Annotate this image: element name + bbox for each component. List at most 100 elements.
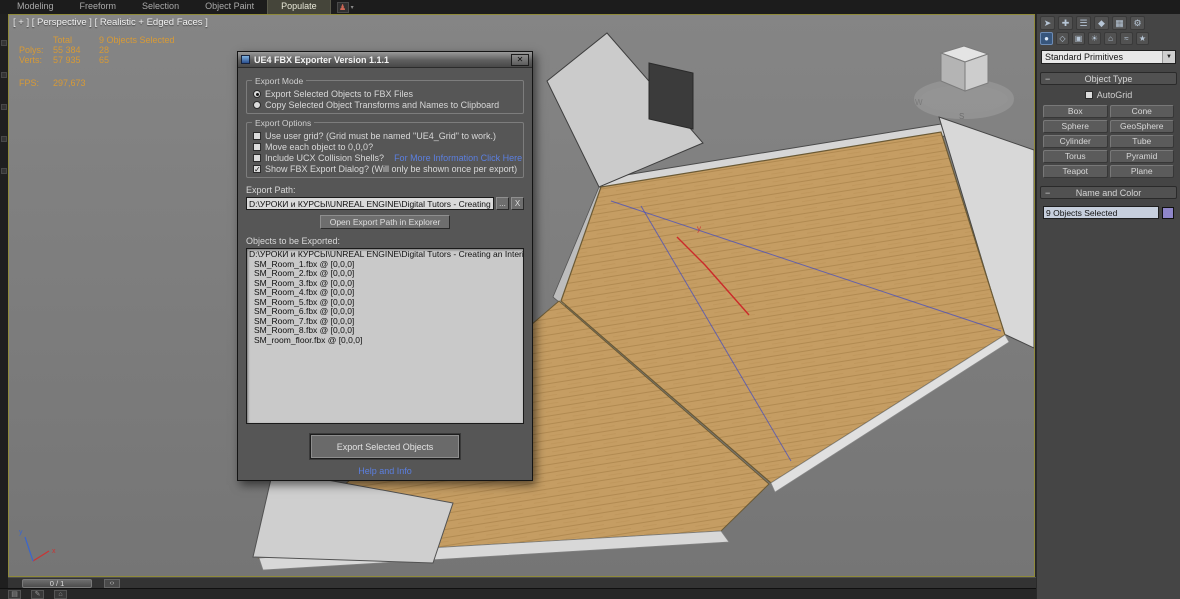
shapes-category-icon[interactable]: ◇ [1056,32,1069,45]
checkbox-move-origin[interactable] [253,143,261,151]
export-selected-objects-button[interactable]: Export Selected Objects [310,434,460,459]
export-mode-group: Export Mode Export Selected Objects to F… [246,80,524,114]
timeline-bar[interactable]: 0 / 1 ‹› [8,577,1036,588]
export-path-label: Export Path: [246,185,524,195]
objects-listbox[interactable]: D:\УРОКИ и КУРСЫ\UNREAL ENGINE\Digital T… [246,248,524,424]
left-strip-icon[interactable] [1,40,7,46]
stats-total-label: Total [53,35,99,45]
checkbox-show-fbx-dialog[interactable]: ✓ [253,165,261,173]
create-category-row: ● ◇ ▣ ☀ ⌂ ≈ ★ [1037,30,1180,45]
checkbox-row-user-grid[interactable]: Use user grid? (Grid must be named "UE4_… [253,130,517,141]
home-grid-icon[interactable]: ⌂ [54,590,67,599]
checkbox-row-ucx[interactable]: Include UCX Collision Shells? For More I… [253,152,517,163]
dialog-titlebar[interactable]: UE4 FBX Exporter Version 1.1.1 ✕ [238,52,532,68]
list-item[interactable]: SM_room_floor.fbx @ [0,0,0] [249,336,521,346]
sphere-button[interactable]: Sphere [1043,120,1108,133]
tube-button[interactable]: Tube [1110,135,1175,148]
axis-gizmo-y-label: y [697,224,701,233]
select-icon[interactable]: ➤ [1040,16,1055,30]
viewport-statistics: Total 9 Objects Selected Polys: 55 384 2… [19,35,175,88]
stats-polys-total: 55 384 [53,45,99,55]
browse-button[interactable]: ... [496,197,509,210]
ribbon-tab-object-paint[interactable]: Object Paint [192,0,267,14]
export-options-legend: Export Options [252,118,314,128]
checkbox-user-grid[interactable] [253,132,261,140]
collapse-icon: − [1045,187,1050,199]
viewcube-south-label: S [959,112,964,121]
modify-icon[interactable]: ☰ [1076,16,1091,30]
radio-row-export-selected[interactable]: Export Selected Objects to FBX Files [253,88,517,99]
checkbox-move-origin-label: Move each object to 0,0,0? [265,142,373,152]
utilities-icon[interactable]: ⚙ [1130,16,1145,30]
spacewarps-category-icon[interactable]: ≈ [1120,32,1133,45]
cone-button[interactable]: Cone [1110,105,1175,118]
left-strip-icon[interactable] [1,104,7,110]
radio-copy-transforms-label: Copy Selected Object Transforms and Name… [265,100,499,110]
open-export-path-button[interactable]: Open Export Path in Explorer [320,215,451,229]
status-bar: ▤ ✎ ⌂ [0,588,1036,599]
create-icon[interactable]: ✚ [1058,16,1073,30]
systems-category-icon[interactable]: ★ [1136,32,1149,45]
radio-copy-transforms[interactable] [253,101,261,109]
object-name-field[interactable] [1043,206,1159,219]
export-mode-legend: Export Mode [252,76,306,86]
torus-button[interactable]: Torus [1043,150,1108,163]
primitives-dropdown[interactable]: Standard Primitives ▼ [1041,50,1176,64]
close-icon[interactable]: ✕ [511,54,529,66]
axis-x-label: x [52,548,56,555]
display-icon[interactable]: ▦ [1112,16,1127,30]
left-strip-icon[interactable] [1,136,7,142]
help-and-info-link[interactable]: Help and Info [246,466,524,476]
annotate-icon[interactable]: ✎ [31,590,44,599]
left-strip-icon[interactable] [1,168,7,174]
check-icon: ✓ [254,165,261,173]
viewport-label[interactable]: [ + ] [ Perspective ] [ Realistic + Edge… [13,17,208,28]
export-path-input[interactable] [246,197,494,210]
autogrid-row[interactable]: AutoGrid [1037,90,1180,100]
object-color-swatch[interactable] [1162,207,1174,219]
name-color-rollout-header[interactable]: − Name and Color [1040,186,1177,199]
populate-tool-icon[interactable]: ♟ [337,2,349,13]
ribbon-tab-modeling[interactable]: Modeling [4,0,67,14]
selection-lock-icon[interactable]: ▤ [8,590,21,599]
left-strip-icon[interactable] [1,72,7,78]
geosphere-button[interactable]: GeoSphere [1110,120,1175,133]
radio-row-copy-transforms[interactable]: Copy Selected Object Transforms and Name… [253,99,517,110]
time-spinner[interactable]: ‹› [104,579,120,588]
teapot-button[interactable]: Teapot [1043,165,1108,178]
box-button[interactable]: Box [1043,105,1108,118]
axis-y-label: y [19,529,23,536]
helpers-category-icon[interactable]: ⌂ [1104,32,1117,45]
radio-export-selected[interactable] [253,90,261,98]
stats-polys-selected: 28 [99,45,109,55]
ribbon-tab-selection[interactable]: Selection [129,0,192,14]
radio-export-selected-label: Export Selected Objects to FBX Files [265,89,413,99]
cylinder-button[interactable]: Cylinder [1043,135,1108,148]
ribbon-bar: Modeling Freeform Selection Object Paint… [0,0,1180,14]
ribbon-tab-populate[interactable]: Populate [267,0,331,14]
pyramid-button[interactable]: Pyramid [1110,150,1175,163]
stats-verts-label: Verts: [19,55,53,65]
objects-list-label: Objects to be Exported: [246,236,524,246]
autogrid-checkbox[interactable] [1085,91,1093,99]
hierarchy-icon[interactable]: ◆ [1094,16,1109,30]
checkbox-ucx[interactable] [253,154,261,162]
plane-button[interactable]: Plane [1110,165,1175,178]
time-slider[interactable]: 0 / 1 [22,579,92,588]
checkbox-row-show-fbx-dialog[interactable]: ✓ Show FBX Export Dialog? (Will only be … [253,163,517,174]
main-toolbar-fragment: ➤ ✚ ☰ ◆ ▦ ⚙ [1037,14,1180,30]
chevron-down-icon[interactable]: ▼ [1162,51,1175,63]
stats-polys-label: Polys: [19,45,53,55]
object-type-rollout-header[interactable]: − Object Type [1040,72,1177,85]
cameras-category-icon[interactable]: ☀ [1088,32,1101,45]
checkbox-row-move-origin[interactable]: Move each object to 0,0,0? [253,141,517,152]
clear-path-button[interactable]: X [511,197,524,210]
chevron-down-icon[interactable]: ▾ [351,4,354,11]
ribbon-tab-freeform[interactable]: Freeform [67,0,130,14]
ucx-info-link[interactable]: For More Information Click Here [394,153,522,163]
left-toolbar-strip [0,14,8,588]
stats-verts-selected: 65 [99,55,109,65]
geometry-category-icon[interactable]: ● [1040,32,1053,45]
lights-category-icon[interactable]: ▣ [1072,32,1085,45]
viewcube-west-label: W [915,98,923,107]
